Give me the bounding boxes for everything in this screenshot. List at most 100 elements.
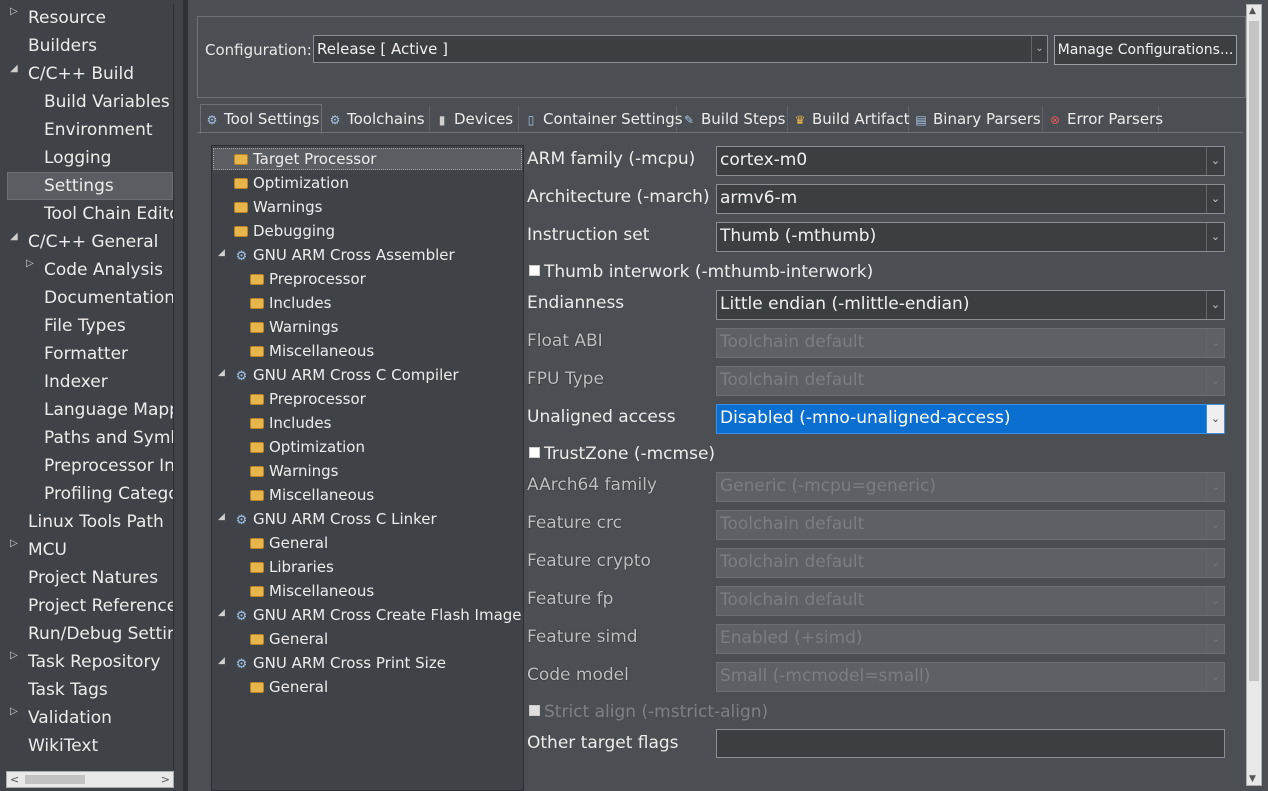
option-category-node[interactable]: Miscellaneous — [250, 580, 374, 602]
nav-item[interactable]: Code Analysis — [44, 256, 163, 284]
tree-expanded-icon[interactable]: ◢ — [218, 608, 225, 618]
tree-collapsed-icon[interactable]: ▷ — [10, 650, 18, 662]
tool-node[interactable]: ⚙ GNU ARM Cross C Compiler — [234, 364, 459, 386]
panel-splitter[interactable] — [183, 0, 188, 791]
setting-label: Endianness — [527, 293, 625, 313]
nav-item[interactable]: Environment — [44, 116, 153, 144]
nav-item[interactable]: WikiText — [28, 732, 98, 760]
tab-toolchains[interactable]: ⚙ Toolchains — [324, 106, 430, 132]
scroll-left-icon[interactable]: < — [10, 772, 19, 787]
vertical-scrollbar[interactable]: ▲ ▼ — [1246, 4, 1262, 786]
tab-build-steps[interactable]: ✎ Build Steps — [678, 106, 788, 132]
nav-item[interactable]: Build Variables — [44, 88, 170, 116]
nav-item[interactable]: Settings — [7, 172, 173, 200]
tool-node[interactable]: ⚙ GNU ARM Cross Create Flash Image — [234, 604, 522, 626]
setting-select[interactable]: armv6-m ⌄ — [716, 184, 1225, 214]
setting-select[interactable]: Thumb (-mthumb) ⌄ — [716, 222, 1225, 252]
tool-node[interactable]: ⚙ GNU ARM Cross C Linker — [234, 508, 437, 530]
setting-label: Instruction set — [527, 225, 650, 245]
option-category-node[interactable]: Warnings — [250, 316, 339, 338]
tab-container-settings[interactable]: ▯ Container Settings — [520, 106, 683, 132]
option-category-node[interactable]: Target Processor — [213, 148, 522, 170]
tree-expanded-icon[interactable]: ◢ — [218, 248, 225, 258]
nav-item[interactable]: Tool Chain Edito — [44, 200, 173, 228]
option-category-node[interactable]: Warnings — [250, 460, 339, 482]
nav-item[interactable]: File Types — [44, 312, 126, 340]
setting-select[interactable]: cortex-m0 ⌄ — [716, 146, 1225, 176]
option-category-node[interactable]: General — [250, 676, 328, 698]
option-category-node[interactable]: Libraries — [250, 556, 334, 578]
checkbox-box[interactable] — [529, 447, 540, 458]
option-category-node[interactable]: Optimization — [250, 436, 365, 458]
tree-expanded-icon[interactable]: ◢ — [218, 656, 225, 666]
nav-item[interactable]: Linux Tools Path — [28, 508, 164, 536]
nav-horizontal-scrollbar[interactable]: < > — [6, 771, 174, 788]
tree-collapsed-icon[interactable]: ▷ — [10, 6, 18, 18]
nav-item[interactable]: Formatter — [44, 340, 128, 368]
nav-item[interactable]: MCU — [28, 536, 67, 564]
tool-node[interactable]: ⚙ GNU ARM Cross Assembler — [234, 244, 455, 266]
tree-expanded-icon[interactable]: ◢ — [218, 368, 225, 378]
option-category-node[interactable]: Includes — [250, 292, 331, 314]
tab-error-parsers[interactable]: ⊗ Error Parsers — [1044, 106, 1163, 132]
option-category-node[interactable]: Includes — [250, 412, 331, 434]
option-category-node[interactable]: General — [250, 628, 328, 650]
tab-build-artifact[interactable]: ♛ Build Artifact — [789, 106, 910, 132]
option-category-node[interactable]: Preprocessor — [250, 388, 366, 410]
tree-node-label: Optimization — [269, 438, 365, 456]
scroll-up-icon[interactable]: ▲ — [1249, 6, 1256, 16]
tab-devices[interactable]: ▮ Devices — [431, 106, 519, 132]
nav-item[interactable]: Run/Debug Settin — [28, 620, 173, 648]
nav-item[interactable]: C/C++ Build — [28, 60, 134, 88]
tree-collapsed-icon[interactable]: ▷ — [10, 706, 18, 718]
nav-item[interactable]: Validation — [28, 704, 112, 732]
settings-tab-bar: ⚙ Tool Settings ⚙ Toolchains ▮ Devices ▯ Contai… — [197, 104, 1243, 134]
tree-expanded-icon[interactable]: ◢ — [218, 512, 225, 522]
tab-label: Build Artifact — [812, 110, 910, 128]
nav-item[interactable]: Indexer — [44, 368, 108, 396]
tree-collapsed-icon[interactable]: ▷ — [10, 538, 18, 550]
tool-node[interactable]: ⚙ GNU ARM Cross Print Size — [234, 652, 446, 674]
scroll-right-icon[interactable]: > — [161, 772, 170, 787]
manage-configurations-button[interactable]: Manage Configurations... — [1054, 35, 1237, 65]
tree-collapsed-icon[interactable]: ▷ — [26, 258, 34, 270]
nav-item[interactable]: Language Mapp — [44, 396, 173, 424]
checkbox-box[interactable] — [529, 265, 540, 276]
chevron-down-icon: ⌄ — [1206, 549, 1224, 577]
tree-node-label: GNU ARM Cross Create Flash Image — [253, 606, 522, 624]
tree-expanded-icon[interactable]: ◢ — [10, 63, 18, 75]
nav-item[interactable]: Profiling Catego — [44, 480, 173, 508]
option-category-node[interactable]: Optimization — [234, 172, 349, 194]
setting-select[interactable]: Disabled (-mno-unaligned-access) ⌄ — [716, 404, 1225, 434]
configuration-value: Release [ Active ] — [317, 40, 449, 58]
option-category-node[interactable]: General — [250, 532, 328, 554]
tree-expanded-icon[interactable]: ◢ — [10, 231, 18, 243]
vertical-scroll-thumb[interactable] — [1249, 21, 1259, 681]
nav-item[interactable]: Project Reference — [28, 592, 173, 620]
tab-tool-settings[interactable]: ⚙ Tool Settings — [200, 104, 322, 134]
setting-checkbox[interactable]: Thumb interwork (-mthumb-interwork) — [529, 262, 873, 282]
nav-item[interactable]: Task Tags — [28, 676, 108, 704]
option-category-node[interactable]: Warnings — [234, 196, 323, 218]
option-category-node[interactable]: Miscellaneous — [250, 340, 374, 362]
nav-item[interactable]: Documentation — [44, 284, 173, 312]
option-category-node[interactable]: Miscellaneous — [250, 484, 374, 506]
nav-item[interactable]: Preprocessor In — [44, 452, 173, 480]
setting-checkbox[interactable]: TrustZone (-mcmse) — [529, 444, 715, 464]
nav-item[interactable]: Task Repository — [28, 648, 161, 676]
scroll-down-icon[interactable]: ▼ — [1249, 774, 1256, 784]
configuration-select[interactable]: Release [ Active ] ⌄ — [313, 35, 1048, 63]
nav-item[interactable]: C/C++ General — [28, 228, 158, 256]
option-category-node[interactable]: Preprocessor — [250, 268, 366, 290]
nav-item[interactable]: Paths and Symb — [44, 424, 173, 452]
setting-select[interactable]: Little endian (-mlittle-endian) ⌄ — [716, 290, 1225, 320]
nav-item[interactable]: Project Natures — [28, 564, 158, 592]
setting-label: Feature simd — [527, 627, 638, 647]
option-category-node[interactable]: Debugging — [234, 220, 335, 242]
nav-scroll-thumb[interactable] — [25, 775, 85, 784]
tab-binary-parsers[interactable]: ▤ Binary Parsers — [910, 106, 1043, 132]
nav-item[interactable]: Resource — [28, 4, 106, 32]
other-target-flags-input[interactable] — [716, 729, 1225, 758]
nav-item[interactable]: Logging — [44, 144, 111, 172]
nav-item[interactable]: Builders — [28, 32, 97, 60]
